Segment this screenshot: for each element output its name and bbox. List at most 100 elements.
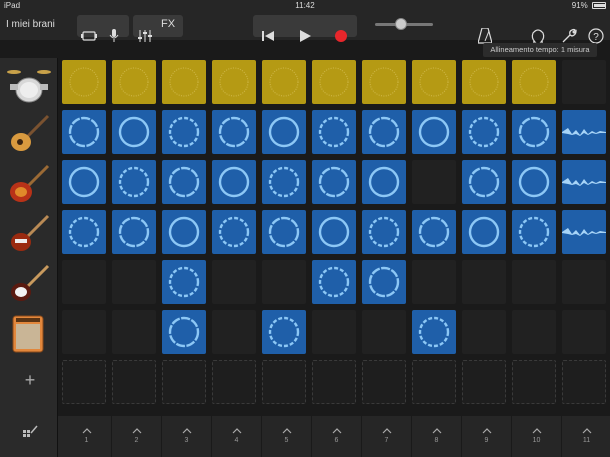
view-toggle-icon[interactable] bbox=[81, 30, 99, 42]
loop-cell[interactable] bbox=[62, 60, 106, 104]
loop-cell[interactable] bbox=[162, 60, 206, 104]
loop-cell[interactable] bbox=[112, 110, 156, 154]
loop-cell[interactable] bbox=[562, 160, 606, 204]
column-trigger-7[interactable]: 7 bbox=[362, 416, 412, 457]
volume-knob[interactable] bbox=[395, 18, 408, 30]
loop-cell[interactable] bbox=[62, 160, 106, 204]
loop-cell[interactable] bbox=[162, 210, 206, 254]
loop-cell[interactable] bbox=[512, 260, 556, 304]
loop-cell[interactable] bbox=[562, 210, 606, 254]
loop-cell[interactable] bbox=[262, 260, 306, 304]
amp-icon[interactable] bbox=[6, 312, 52, 356]
loop-cell[interactable] bbox=[212, 160, 256, 204]
edit-cells-icon[interactable] bbox=[22, 424, 38, 440]
rewind-icon[interactable] bbox=[262, 31, 274, 41]
play-icon[interactable] bbox=[299, 30, 311, 42]
loop-cell[interactable] bbox=[562, 60, 606, 104]
loop-cell[interactable] bbox=[512, 110, 556, 154]
loop-cell[interactable] bbox=[212, 210, 256, 254]
loop-cell[interactable] bbox=[512, 60, 556, 104]
loop-cell[interactable] bbox=[262, 160, 306, 204]
loop-cell[interactable] bbox=[62, 210, 106, 254]
loop-cell[interactable] bbox=[562, 260, 606, 304]
loop-cell[interactable] bbox=[512, 210, 556, 254]
electric-guitar-sunburst-icon[interactable] bbox=[6, 162, 52, 206]
loop-cell[interactable] bbox=[162, 160, 206, 204]
column-trigger-9[interactable]: 9 bbox=[462, 416, 512, 457]
loop-cell[interactable] bbox=[212, 110, 256, 154]
loop-cell[interactable] bbox=[462, 310, 506, 354]
loop-cell[interactable] bbox=[462, 160, 506, 204]
loop-cell[interactable] bbox=[62, 310, 106, 354]
column-trigger-2[interactable]: 2 bbox=[112, 416, 162, 457]
loop-cell[interactable] bbox=[62, 110, 106, 154]
loop-cell[interactable] bbox=[512, 360, 556, 404]
loop-cell[interactable] bbox=[362, 310, 406, 354]
loop-cell[interactable] bbox=[362, 360, 406, 404]
loop-cell[interactable] bbox=[412, 360, 456, 404]
loop-cell[interactable] bbox=[262, 60, 306, 104]
loop-cell[interactable] bbox=[312, 210, 356, 254]
loop-cell[interactable] bbox=[262, 110, 306, 154]
loop-cell[interactable] bbox=[462, 210, 506, 254]
loop-cell[interactable] bbox=[462, 360, 506, 404]
loop-cell[interactable] bbox=[362, 210, 406, 254]
acoustic-guitar-icon[interactable] bbox=[6, 112, 52, 156]
column-trigger-5[interactable]: 5 bbox=[262, 416, 312, 457]
loop-cell[interactable] bbox=[562, 110, 606, 154]
loop-cell[interactable] bbox=[312, 260, 356, 304]
loop-cell[interactable] bbox=[562, 360, 606, 404]
loop-cell[interactable] bbox=[62, 260, 106, 304]
loop-cell[interactable] bbox=[462, 60, 506, 104]
loop-cell[interactable] bbox=[112, 360, 156, 404]
loop-cell[interactable] bbox=[312, 160, 356, 204]
column-trigger-6[interactable]: 6 bbox=[312, 416, 362, 457]
loop-cell[interactable] bbox=[262, 310, 306, 354]
loop-cell[interactable] bbox=[312, 110, 356, 154]
loop-cell[interactable] bbox=[112, 210, 156, 254]
loop-cell[interactable] bbox=[162, 110, 206, 154]
loop-cell[interactable] bbox=[512, 160, 556, 204]
metronome-icon[interactable] bbox=[478, 28, 492, 44]
loop-cell[interactable] bbox=[212, 60, 256, 104]
loop-cell[interactable] bbox=[112, 310, 156, 354]
my-songs-button[interactable]: I miei brani bbox=[6, 19, 55, 30]
mixer-icon[interactable] bbox=[138, 29, 152, 43]
master-volume-slider[interactable] bbox=[375, 18, 433, 30]
loop-cell[interactable] bbox=[512, 310, 556, 354]
fx-button[interactable]: FX bbox=[161, 18, 175, 30]
column-trigger-3[interactable]: 3 bbox=[162, 416, 212, 457]
column-trigger-8[interactable]: 8 bbox=[412, 416, 462, 457]
loop-cell[interactable] bbox=[62, 360, 106, 404]
loop-cell[interactable] bbox=[312, 360, 356, 404]
column-trigger-10[interactable]: 10 bbox=[512, 416, 562, 457]
settings-wrench-icon[interactable] bbox=[561, 28, 577, 44]
column-trigger-4[interactable]: 4 bbox=[212, 416, 262, 457]
electric-guitar-icon[interactable] bbox=[6, 212, 52, 256]
loop-cell[interactable] bbox=[412, 60, 456, 104]
add-track-button[interactable]: + bbox=[20, 370, 40, 391]
loop-cell[interactable] bbox=[162, 310, 206, 354]
loop-cell[interactable] bbox=[162, 260, 206, 304]
loop-cell[interactable] bbox=[362, 260, 406, 304]
loop-cell[interactable] bbox=[262, 210, 306, 254]
loop-cell[interactable] bbox=[162, 360, 206, 404]
loop-cell[interactable] bbox=[112, 60, 156, 104]
help-icon[interactable]: ? bbox=[588, 28, 604, 44]
loop-cell[interactable] bbox=[412, 160, 456, 204]
loop-cell[interactable] bbox=[362, 60, 406, 104]
loop-cell[interactable] bbox=[312, 310, 356, 354]
loop-cell[interactable] bbox=[362, 160, 406, 204]
column-trigger-11[interactable]: 11 bbox=[562, 416, 610, 457]
loop-cell[interactable] bbox=[562, 310, 606, 354]
loop-cell[interactable] bbox=[362, 110, 406, 154]
loop-cell[interactable] bbox=[412, 310, 456, 354]
column-trigger-1[interactable]: 1 bbox=[62, 416, 112, 457]
loop-cell[interactable] bbox=[212, 260, 256, 304]
loop-cell[interactable] bbox=[412, 110, 456, 154]
electric-guitar-white-icon[interactable] bbox=[6, 262, 52, 306]
loop-cell[interactable] bbox=[212, 360, 256, 404]
record-icon[interactable] bbox=[335, 30, 347, 42]
drum-kit-icon[interactable] bbox=[6, 62, 52, 106]
loop-browser-icon[interactable] bbox=[530, 28, 546, 44]
